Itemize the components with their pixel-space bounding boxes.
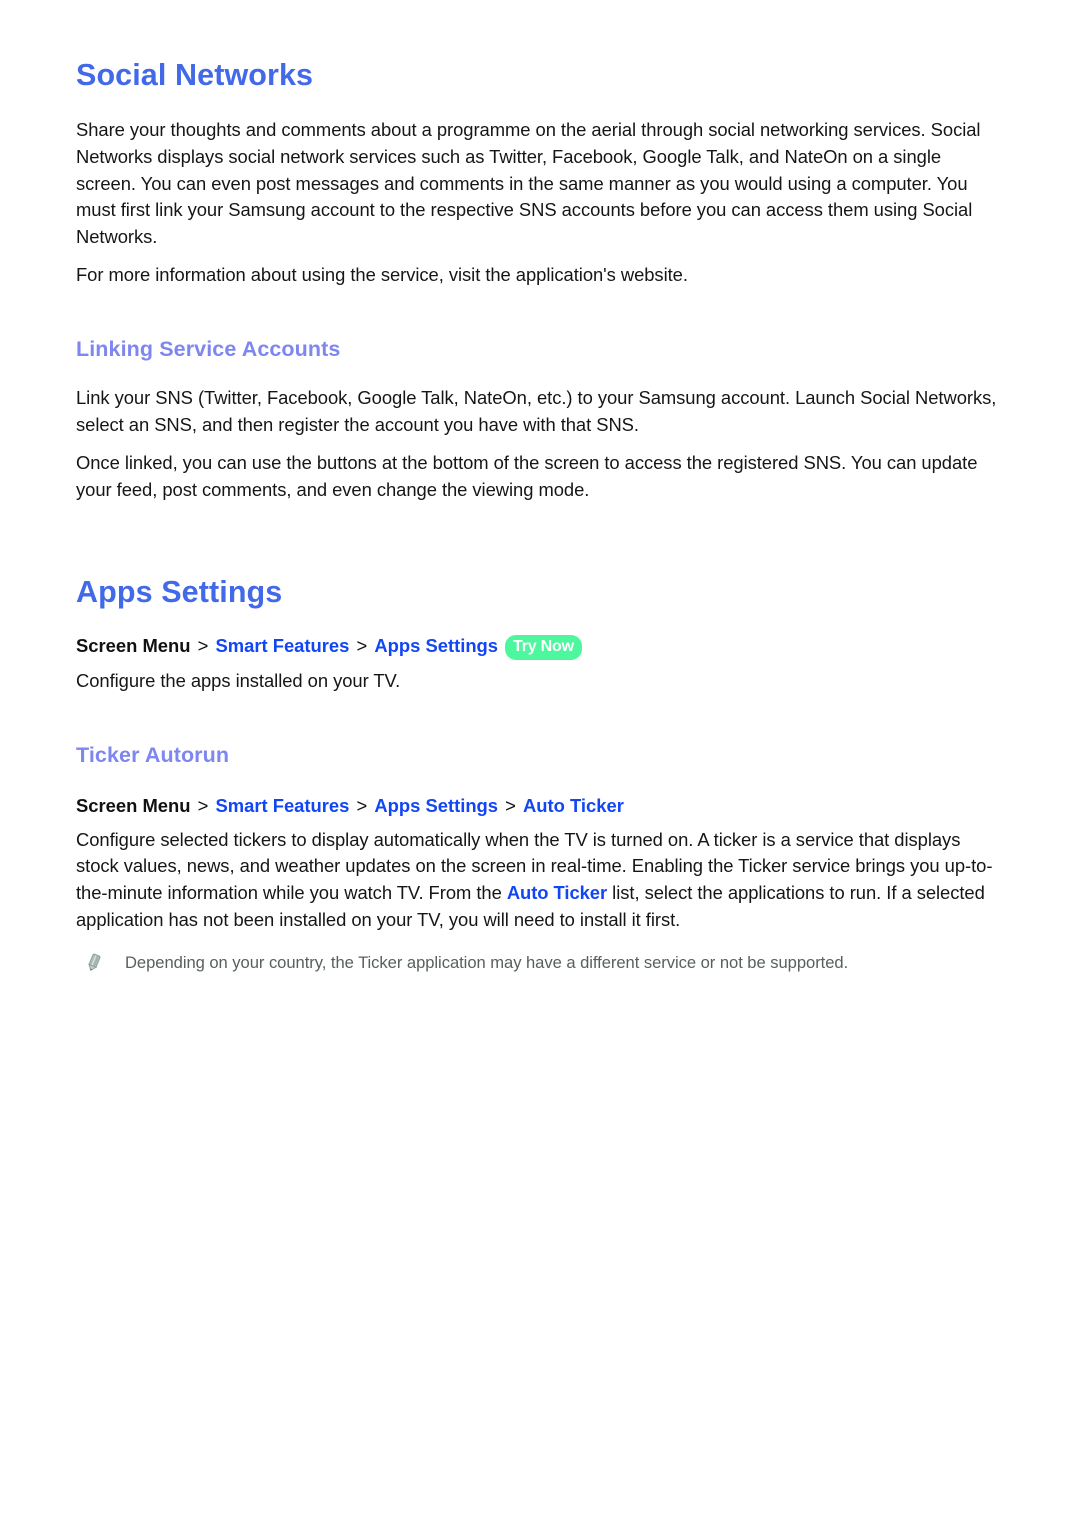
breadcrumb-link-auto-ticker[interactable]: Auto Ticker — [523, 795, 624, 816]
document-content: Social Networks Share your thoughts and … — [76, 58, 1006, 974]
breadcrumb-separator: > — [505, 794, 516, 816]
paragraph-social-networks-intro: Share your thoughts and comments about a… — [76, 118, 981, 248]
breadcrumb-separator: > — [197, 635, 209, 657]
paragraph-apps-settings-description: Configure the apps installed on your TV. — [76, 670, 401, 692]
page-title-social-networks: Social Networks — [76, 58, 314, 92]
breadcrumb-root: Screen Menu — [76, 794, 191, 816]
breadcrumb-separator: > — [197, 794, 209, 816]
breadcrumb-separator: > — [356, 794, 368, 816]
breadcrumb-apps-settings: Screen Menu > Smart Features > Apps Sett… — [76, 632, 1006, 661]
note-text: Depending on your country, the Ticker ap… — [125, 952, 849, 972]
inline-link-auto-ticker[interactable]: Auto Ticker — [507, 882, 607, 903]
breadcrumb-separator: > — [356, 635, 368, 657]
note-block: Depending on your country, the Ticker ap… — [76, 951, 1006, 974]
paragraph-linking-once-linked: Once linked, you can use the buttons at … — [76, 451, 978, 500]
breadcrumb-ticker-autorun: Screen Menu > Smart Features > Apps Sett… — [76, 792, 1006, 820]
breadcrumb-link-smart-features[interactable]: Smart Features — [215, 795, 349, 816]
breadcrumb-root: Screen Menu — [76, 635, 191, 657]
breadcrumb-link-apps-settings[interactable]: Apps Settings — [374, 635, 498, 656]
try-now-badge[interactable]: Try Now — [505, 635, 582, 661]
document-page: Social Networks Share your thoughts and … — [0, 0, 1080, 1527]
pencil-icon — [85, 953, 103, 973]
paragraph-social-networks-more-info: For more information about using the ser… — [76, 263, 688, 285]
subsection-title-linking-service-accounts: Linking Service Accounts — [76, 336, 341, 361]
breadcrumb-link-apps-settings[interactable]: Apps Settings — [374, 795, 498, 816]
breadcrumb-link-smart-features[interactable]: Smart Features — [215, 635, 349, 656]
paragraph-ticker-autorun-description: Configure selected tickers to display au… — [76, 827, 1006, 934]
page-title-apps-settings: Apps Settings — [76, 575, 283, 610]
subsection-title-ticker-autorun: Ticker Autorun — [76, 743, 230, 768]
paragraph-linking-sns: Link your SNS (Twitter, Facebook, Google… — [76, 387, 997, 436]
